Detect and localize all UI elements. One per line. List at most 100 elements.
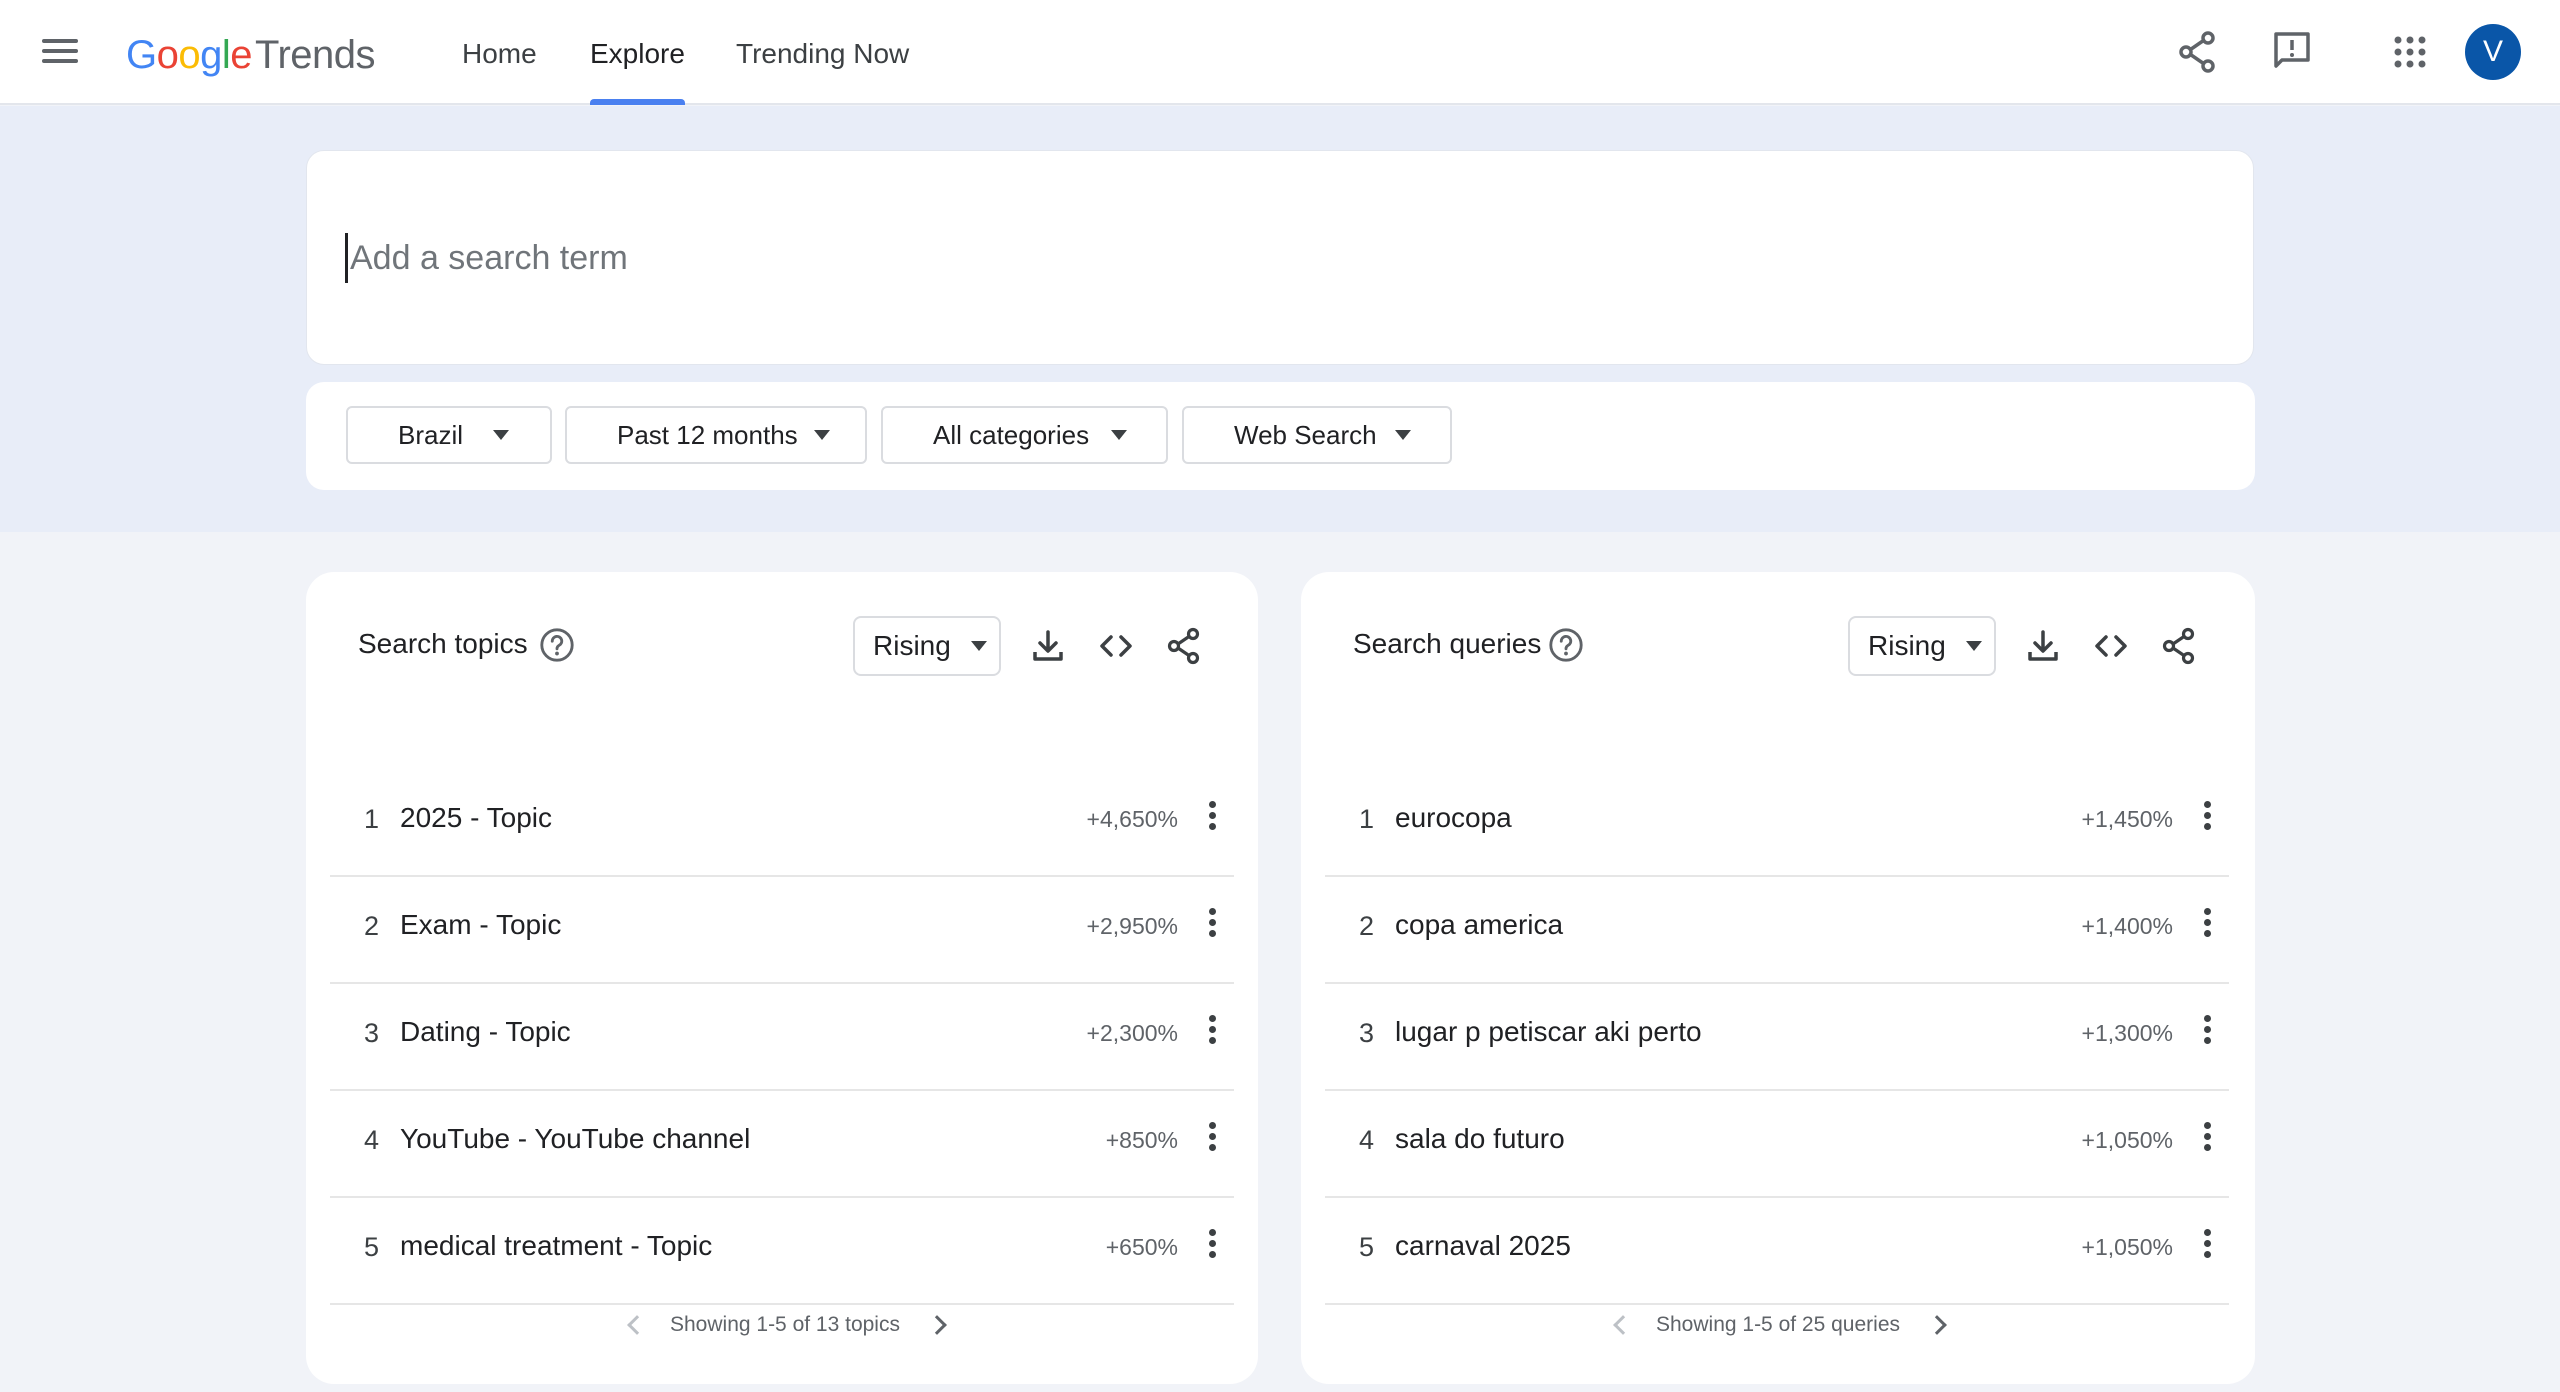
next-page-icon[interactable] bbox=[927, 1315, 947, 1335]
nav-home[interactable]: Home bbox=[462, 0, 537, 105]
search-topics-panel: Search topics Rising 1 2025 - Topic +4,6… bbox=[306, 572, 1258, 1384]
dropdown-caret-icon bbox=[493, 430, 510, 440]
previous-page-icon[interactable] bbox=[627, 1315, 647, 1335]
time-range-label: Past 12 months bbox=[617, 419, 798, 450]
panel-title: Search queries bbox=[1353, 628, 1542, 659]
more-options-icon[interactable] bbox=[1200, 1012, 1224, 1052]
topics-pagination: Showing 1-5 of 13 topics bbox=[627, 1310, 947, 1340]
rising-label: Rising bbox=[1868, 630, 1946, 661]
help-icon[interactable] bbox=[538, 626, 576, 664]
row-term[interactable]: YouTube - YouTube channel bbox=[400, 1123, 750, 1155]
list-item[interactable]: 5 medical treatment - Topic +650% bbox=[330, 1198, 1234, 1305]
row-term[interactable]: carnaval 2025 bbox=[1395, 1230, 1571, 1262]
google-trends-logo[interactable]: GoogleTrends bbox=[126, 28, 376, 82]
row-term[interactable]: medical treatment - Topic bbox=[400, 1230, 712, 1262]
dropdown-caret-icon bbox=[813, 430, 830, 440]
row-term[interactable]: Exam - Topic bbox=[400, 909, 561, 941]
row-change: +1,050% bbox=[2081, 1234, 2173, 1260]
more-options-icon[interactable] bbox=[2195, 1119, 2219, 1159]
search-type-dropdown[interactable]: Web Search bbox=[1182, 406, 1452, 464]
share-icon[interactable] bbox=[1164, 626, 1204, 666]
list-item[interactable]: 3 Dating - Topic +2,300% bbox=[330, 984, 1234, 1091]
menu-icon[interactable] bbox=[38, 34, 82, 70]
row-index: 3 bbox=[1359, 1018, 1375, 1048]
row-change: +650% bbox=[1105, 1234, 1178, 1260]
row-term[interactable]: lugar p petiscar aki perto bbox=[1395, 1016, 1702, 1048]
row-index: 5 bbox=[364, 1232, 380, 1262]
list-item[interactable]: 1 eurocopa +1,450% bbox=[1325, 770, 2229, 877]
avatar[interactable]: V bbox=[2465, 24, 2521, 80]
pagination-label: Showing 1-5 of 13 topics bbox=[670, 1313, 900, 1336]
row-change: +2,300% bbox=[1086, 1020, 1178, 1046]
nav-trending-now[interactable]: Trending Now bbox=[736, 0, 909, 105]
row-change: +1,050% bbox=[2081, 1127, 2173, 1153]
more-options-icon[interactable] bbox=[1200, 1119, 1224, 1159]
more-options-icon[interactable] bbox=[2195, 798, 2219, 838]
nav-explore[interactable]: Explore bbox=[590, 0, 685, 105]
list-item[interactable]: 1 2025 - Topic +4,650% bbox=[330, 770, 1234, 877]
row-term[interactable]: sala do futuro bbox=[1395, 1123, 1565, 1155]
more-options-icon[interactable] bbox=[2195, 1226, 2219, 1266]
queries-pagination: Showing 1-5 of 25 queries bbox=[1613, 1310, 1947, 1340]
list-item[interactable]: 2 copa america +1,400% bbox=[1325, 877, 2229, 984]
row-change: +850% bbox=[1105, 1127, 1178, 1153]
search-card bbox=[306, 150, 2254, 365]
next-page-icon[interactable] bbox=[1927, 1315, 1947, 1335]
download-icon[interactable] bbox=[1028, 626, 1068, 666]
queries-list: 1 eurocopa +1,450% 2 copa america +1,400… bbox=[1325, 770, 2229, 1305]
more-options-icon[interactable] bbox=[2195, 1012, 2219, 1052]
more-options-icon[interactable] bbox=[1200, 798, 1224, 838]
pagination-label: Showing 1-5 of 25 queries bbox=[1656, 1313, 1900, 1336]
list-item[interactable]: 5 carnaval 2025 +1,050% bbox=[1325, 1198, 2229, 1305]
share-icon[interactable] bbox=[2174, 28, 2222, 76]
embed-code-icon[interactable] bbox=[1096, 626, 1136, 666]
topics-list: 1 2025 - Topic +4,650% 2 Exam - Topic +2… bbox=[330, 770, 1234, 1305]
top-app-bar: GoogleTrends Home Explore Trending Now V bbox=[0, 0, 2560, 105]
panel-title: Search topics bbox=[358, 628, 528, 659]
category-dropdown[interactable]: All categories bbox=[881, 406, 1168, 464]
search-type-label: Web Search bbox=[1234, 419, 1377, 450]
row-index: 1 bbox=[1359, 804, 1375, 834]
time-range-dropdown[interactable]: Past 12 months bbox=[565, 406, 867, 464]
row-change: +1,400% bbox=[2081, 913, 2173, 939]
feedback-icon[interactable] bbox=[2268, 28, 2316, 76]
category-label: All categories bbox=[933, 419, 1090, 450]
row-index: 2 bbox=[364, 911, 380, 941]
rising-label: Rising bbox=[873, 630, 951, 661]
row-index: 4 bbox=[364, 1125, 380, 1155]
location-dropdown[interactable]: Brazil bbox=[346, 406, 552, 464]
row-index: 4 bbox=[1359, 1125, 1375, 1155]
more-options-icon[interactable] bbox=[2195, 905, 2219, 945]
rising-dropdown[interactable]: Rising bbox=[853, 616, 1001, 676]
row-term[interactable]: eurocopa bbox=[1395, 802, 1512, 834]
row-index: 3 bbox=[364, 1018, 380, 1048]
more-options-icon[interactable] bbox=[1200, 905, 1224, 945]
more-options-icon[interactable] bbox=[1200, 1226, 1224, 1266]
list-item[interactable]: 4 YouTube - YouTube channel +850% bbox=[330, 1091, 1234, 1198]
list-item[interactable]: 2 Exam - Topic +2,950% bbox=[330, 877, 1234, 984]
row-term[interactable]: 2025 - Topic bbox=[400, 802, 552, 834]
help-icon[interactable] bbox=[1547, 626, 1585, 664]
list-item[interactable]: 4 sala do futuro +1,050% bbox=[1325, 1091, 2229, 1198]
filter-bar: Brazil Past 12 months All categories Web… bbox=[306, 382, 2255, 490]
embed-code-icon[interactable] bbox=[2091, 626, 2131, 666]
row-index: 1 bbox=[364, 804, 380, 834]
row-index: 5 bbox=[1359, 1232, 1375, 1262]
rising-dropdown[interactable]: Rising bbox=[1848, 616, 1996, 676]
previous-page-icon[interactable] bbox=[1613, 1315, 1633, 1335]
apps-grid-icon[interactable] bbox=[2386, 28, 2434, 76]
row-change: +2,950% bbox=[1086, 913, 1178, 939]
search-queries-panel: Search queries Rising 1 eurocopa +1,450%… bbox=[1301, 572, 2255, 1384]
row-term[interactable]: copa america bbox=[1395, 909, 1563, 941]
row-term[interactable]: Dating - Topic bbox=[400, 1016, 571, 1048]
search-input[interactable] bbox=[345, 233, 2145, 283]
share-icon[interactable] bbox=[2159, 626, 2199, 666]
row-index: 2 bbox=[1359, 911, 1375, 941]
dropdown-caret-icon bbox=[1111, 430, 1128, 440]
list-item[interactable]: 3 lugar p petiscar aki perto +1,300% bbox=[1325, 984, 2229, 1091]
row-change: +1,450% bbox=[2081, 806, 2173, 832]
dropdown-caret-icon bbox=[970, 641, 987, 651]
download-icon[interactable] bbox=[2023, 626, 2063, 666]
row-change: +1,300% bbox=[2081, 1020, 2173, 1046]
dropdown-caret-icon bbox=[1394, 430, 1411, 440]
